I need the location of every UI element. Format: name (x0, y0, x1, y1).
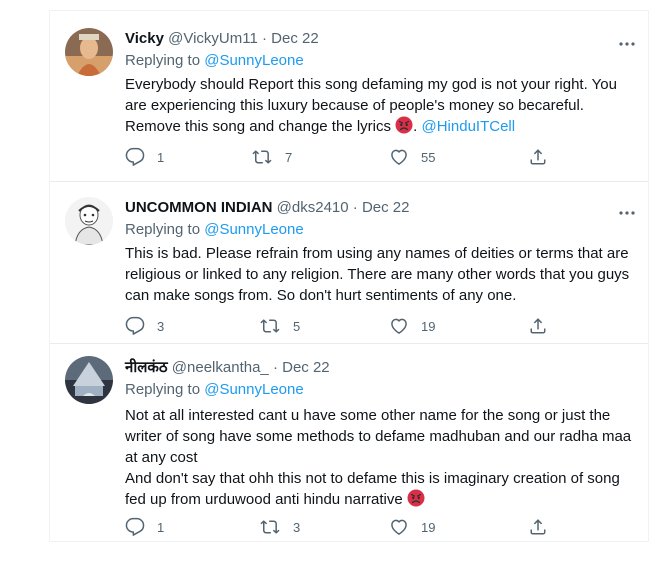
tweet-uncommon-indian[interactable]: UNCOMMON INDIAN @dks2410 · Dec 22 Replyi… (50, 182, 648, 344)
display-name[interactable]: UNCOMMON INDIAN (125, 199, 273, 216)
like-count: 19 (421, 318, 436, 334)
avatar[interactable] (65, 356, 113, 404)
retweet-count: 5 (293, 318, 301, 334)
tweet-text-paragraph-2: And don't say that ohh this not to defam… (125, 468, 636, 510)
retweet-button[interactable]: 3 (259, 516, 300, 538)
tweet-header: UNCOMMON INDIAN @dks2410 · Dec 22 (125, 198, 636, 218)
reply-button[interactable]: 1 (125, 516, 164, 538)
more-options-button[interactable] (616, 33, 638, 55)
retweet-count: 3 (293, 519, 301, 535)
tweet-actions: 1 3 19 (125, 516, 585, 538)
share-button[interactable] (528, 516, 548, 538)
like-button[interactable]: 55 (389, 146, 435, 168)
separator-dot: · (261, 30, 267, 47)
tweet-text-tail: . (413, 118, 422, 135)
retweet-icon (260, 319, 280, 333)
replying-to-mention[interactable]: @SunnyLeone (204, 221, 303, 238)
share-button[interactable] (528, 146, 548, 168)
display-name[interactable]: नीलकंठ (125, 359, 168, 376)
reply-count: 1 (157, 149, 165, 165)
like-count: 19 (421, 519, 436, 535)
tweet-neelkantha[interactable]: नीलकंठ @neelkantha_ · Dec 22 Replying to… (50, 344, 648, 543)
reply-thread: Vicky @VickyUm11 · Dec 22 Replying to @S… (49, 10, 649, 542)
tweet-text-main: Everybody should Report this song defami… (125, 76, 617, 135)
tweet-vicky[interactable]: Vicky @VickyUm11 · Dec 22 Replying to @S… (50, 11, 648, 182)
like-icon (391, 318, 407, 334)
reply-icon (125, 517, 145, 536)
tweet-header: नीलकंठ @neelkantha_ · Dec 22 (125, 358, 636, 378)
tweet-actions: 1 7 55 (125, 146, 585, 168)
replying-to-line: Replying to @SunnyLeone (125, 51, 636, 71)
more-options-button[interactable] (616, 202, 638, 224)
tweet-text: Not at all interested cant u have some o… (125, 405, 636, 510)
share-button[interactable] (528, 315, 548, 337)
avatar[interactable] (65, 28, 113, 76)
like-count: 55 (421, 149, 436, 165)
replying-to-prefix: Replying to (125, 52, 205, 69)
timestamp[interactable]: Dec 22 (271, 30, 319, 47)
separator-dot: · (352, 199, 358, 216)
share-icon (530, 149, 546, 165)
reply-count: 3 (157, 318, 165, 334)
angry-face-emoji (407, 489, 425, 507)
share-icon (530, 318, 546, 334)
replying-to-line: Replying to @SunnyLeone (125, 220, 636, 240)
tweet-actions: 3 5 19 (125, 315, 585, 337)
reply-button[interactable]: 3 (125, 315, 164, 337)
reply-icon (125, 316, 145, 335)
like-button[interactable]: 19 (389, 315, 435, 337)
timestamp[interactable]: Dec 22 (362, 199, 410, 216)
replying-to-mention[interactable]: @SunnyLeone (204, 52, 303, 69)
retweet-button[interactable]: 7 (251, 146, 292, 168)
more-icon (619, 211, 635, 215)
timestamp[interactable]: Dec 22 (282, 359, 330, 376)
avatar[interactable] (65, 197, 113, 245)
tweet-text: Everybody should Report this song defami… (125, 74, 636, 137)
like-button[interactable]: 19 (389, 516, 435, 538)
retweet-icon (260, 520, 280, 534)
like-icon (391, 149, 407, 165)
user-handle[interactable]: @VickyUm11 (168, 30, 258, 47)
replying-to-mention[interactable]: @SunnyLeone (204, 381, 303, 398)
tweet-mention[interactable]: @HinduITCell (422, 118, 516, 135)
angry-face-emoji (395, 116, 413, 134)
retweet-button[interactable]: 5 (259, 315, 300, 337)
reply-count: 1 (157, 519, 165, 535)
separator-dot: · (272, 359, 278, 376)
replying-to-prefix: Replying to (125, 381, 205, 398)
more-icon (619, 42, 635, 46)
retweet-icon (252, 150, 272, 164)
tweet-text: This is bad. Please refrain from using a… (125, 245, 630, 304)
share-icon (530, 519, 546, 535)
user-handle[interactable]: @dks2410 (277, 199, 349, 216)
like-icon (391, 519, 407, 535)
replying-to-prefix: Replying to (125, 221, 205, 238)
tweet-text-paragraph-2-text: And don't say that ohh this not to defam… (125, 470, 620, 508)
reply-button[interactable]: 1 (125, 146, 164, 168)
display-name[interactable]: Vicky (125, 30, 164, 47)
user-handle[interactable]: @neelkantha_ (172, 359, 269, 376)
replying-to-line: Replying to @SunnyLeone (125, 380, 636, 400)
retweet-count: 7 (285, 149, 293, 165)
tweet-header: Vicky @VickyUm11 · Dec 22 (125, 29, 636, 49)
reply-icon (125, 147, 145, 166)
tweet-text-paragraph-1: Not at all interested cant u have some o… (125, 407, 632, 466)
